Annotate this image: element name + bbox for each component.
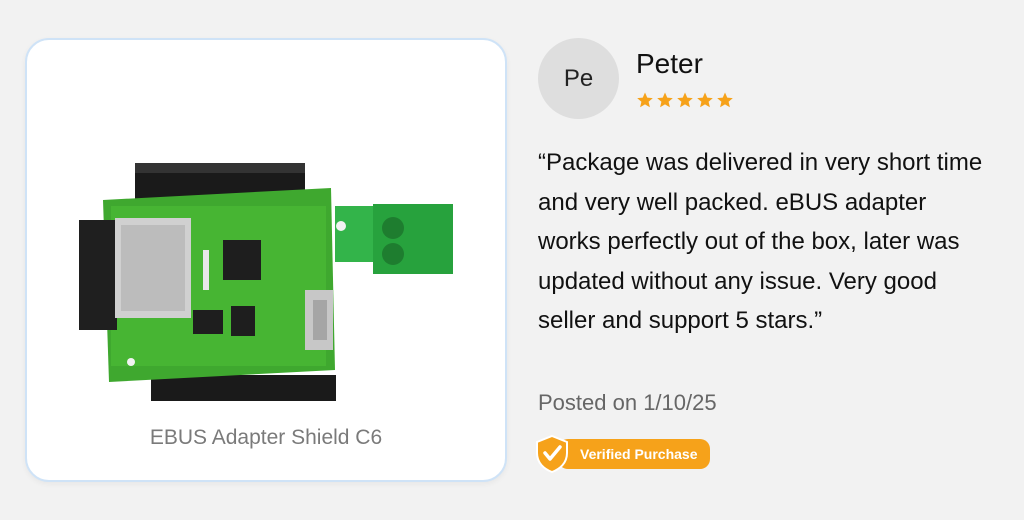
- star-icon: [637, 92, 653, 108]
- review-text: “Package was delivered in very short tim…: [538, 149, 983, 334]
- shield-check-icon: [536, 434, 568, 474]
- star-icon: [697, 92, 713, 108]
- avatar: Pe: [538, 38, 619, 119]
- reviewer-name: Peter: [636, 48, 703, 79]
- product-name: EBUS Adapter Shield C6: [149, 426, 383, 449]
- star-icon: [657, 92, 673, 108]
- posted-date: Posted on 1/10/25: [538, 390, 717, 415]
- product-card: EBUS Adapter Shield C6: [25, 38, 507, 482]
- star-icon: [717, 92, 733, 108]
- product-image: [79, 163, 453, 401]
- verified-badge: Verified Purchase: [534, 434, 710, 474]
- star-icon: [677, 92, 693, 108]
- star-rating: [636, 91, 734, 109]
- verified-purchase-label: Verified Purchase: [558, 439, 710, 469]
